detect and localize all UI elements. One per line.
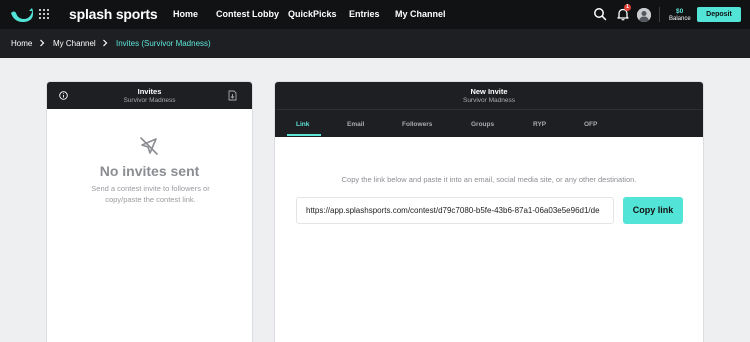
invite-tabs: Link Email Followers Groups RYP OFP (275, 109, 703, 137)
apps-grid-icon[interactable] (39, 9, 49, 19)
nav-quickpicks[interactable]: QuickPicks (288, 9, 337, 19)
search-icon[interactable] (593, 7, 607, 21)
tab-ofp[interactable]: OFP (584, 121, 597, 128)
breadcrumb-my-channel[interactable]: My Channel (53, 39, 96, 48)
nav-my-channel[interactable]: My Channel (395, 9, 446, 19)
copy-link-button[interactable]: Copy link (623, 197, 683, 224)
empty-state-title: No invites sent (99, 163, 200, 179)
deposit-button[interactable]: Deposit (697, 7, 741, 22)
balance-amount: $0 (676, 8, 684, 15)
chevron-right-icon (103, 39, 108, 47)
breadcrumb: Home My Channel Invites (Survivor Madnes… (0, 29, 750, 58)
tab-email[interactable]: Email (347, 121, 364, 128)
breadcrumb-home[interactable]: Home (11, 39, 32, 48)
brand-name[interactable]: splash sports (69, 6, 158, 22)
tab-followers[interactable]: Followers (402, 121, 432, 128)
contest-link-field[interactable]: https://app.splashsports.com/contest/d79… (296, 197, 614, 224)
nav-entries[interactable]: Entries (349, 9, 380, 19)
chevron-right-icon (40, 39, 45, 47)
invites-panel: Invites Survivor Madness No invites sent… (46, 81, 253, 342)
tab-groups[interactable]: Groups (471, 121, 494, 128)
new-invite-panel: New Invite Survivor Madness Link Email F… (274, 81, 704, 342)
paper-plane-off-icon (140, 137, 158, 155)
invites-subtitle: Survivor Madness (123, 97, 176, 104)
notification-badge: 1 (624, 4, 631, 11)
balance-label: Balance (669, 16, 691, 22)
invites-panel-header: Invites Survivor Madness (47, 82, 252, 109)
new-invite-panel-header: New Invite Survivor Madness (275, 82, 703, 109)
export-icon[interactable] (228, 90, 237, 101)
tab-link[interactable]: Link (296, 121, 309, 128)
new-invite-title: New Invite (470, 87, 508, 96)
breadcrumb-current: Invites (Survivor Madness) (116, 39, 211, 48)
top-nav: splash sports Home Contest Lobby QuickPi… (0, 0, 750, 29)
new-invite-subtitle: Survivor Madness (462, 97, 516, 104)
empty-state-text: Send a contest invite to followers or co… (91, 184, 210, 204)
avatar[interactable] (637, 8, 651, 22)
nav-divider (659, 7, 660, 22)
nav-home[interactable]: Home (173, 9, 198, 19)
nav-contest-lobby[interactable]: Contest Lobby (216, 9, 279, 19)
invites-title: Invites (137, 87, 162, 96)
tab-ryp[interactable]: RYP (533, 121, 546, 128)
active-tab-indicator (287, 134, 321, 136)
whale-logo-icon[interactable] (10, 7, 34, 23)
link-instructions: Copy the link below and paste it into an… (341, 175, 637, 184)
